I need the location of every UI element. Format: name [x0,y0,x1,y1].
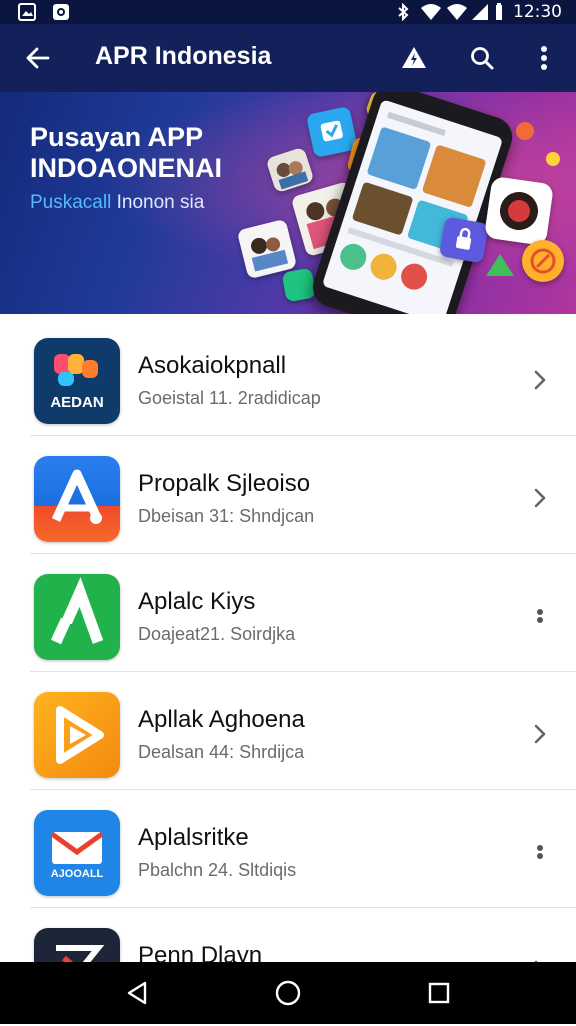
chevron-right-icon[interactable] [524,364,556,396]
banner-subtitle-accent: Puskacall [30,192,112,213]
banner-subtitle: Puskacall Inonon sia [30,192,204,214]
a-logo-app-icon [34,456,120,542]
aedan-app-icon: AEDAN [34,338,120,424]
app-name: Aplalc Kiys [138,588,256,615]
floating-app-tile [522,240,564,282]
app-subtitle: Dbeisan 31: Shndjcan [138,506,315,526]
floating-play-shape [486,254,514,276]
app-name: Apllak Aghoena [138,706,305,733]
list-item[interactable]: Propalk Sjleoiso Dbeisan 31: Shndjcan [0,436,576,554]
recents-nav-icon[interactable] [416,970,462,1016]
app-subtitle: Pbalchn 24. Sltdiqis [138,860,297,880]
banner-subtitle-rest: Inonon sia [111,192,205,213]
more-vert-icon[interactable] [520,34,568,82]
search-icon[interactable] [458,34,506,82]
app-name: Propalk Sjleoiso [138,470,311,497]
floating-app-tile [281,267,317,303]
drag-handle-icon[interactable] [524,836,556,868]
home-nav-icon[interactable] [265,970,311,1016]
green-a-app-icon [34,574,120,660]
app-subtitle: Goeistal 11. 2radidicap [138,388,321,408]
app-icon-label: AJOOALL [50,868,104,880]
warning-icon[interactable] [390,34,438,82]
floating-dot [516,122,534,140]
back-arrow-icon[interactable] [14,34,62,82]
promo-banner[interactable]: Pusayan APP INDOAONENAI Puskacall Inonon… [0,92,576,314]
play-app-icon [34,692,120,778]
page-title: APR Indonesia [95,42,272,70]
mail-app-icon: AJOOALL [34,810,120,896]
clock: 12:30 [513,2,562,22]
back-nav-icon[interactable] [114,970,160,1016]
chevron-right-icon[interactable] [524,718,556,750]
bluetooth-icon [394,2,412,22]
floating-app-tile [438,216,490,264]
app-name: Aplalsritke [138,824,249,851]
app-bar: APR Indonesia [0,24,576,92]
message-icon [52,3,70,21]
drag-handle-icon[interactable] [524,600,556,632]
list-item[interactable]: AJOOALL Aplalsritke Pbalchn 24. Sltdiqis [0,790,576,908]
system-nav-bar [0,962,576,1024]
list-item[interactable]: Apllak Aghoena Dealsan 44: Shrdijca [0,672,576,790]
app-name: Asokaiokpnall [138,352,287,379]
wifi-icon [420,3,442,21]
app-subtitle: Doajeat21. Soirdjka [138,624,296,644]
battery-level-icon [494,3,504,21]
signal-icon [446,3,468,21]
floating-photo-tile [236,218,298,280]
status-bar: 12:30 [0,0,576,24]
floating-app-tile [483,175,555,247]
list-item[interactable]: AEDAN Asokaiokpnall Goeistal 11. 2radidi… [0,318,576,436]
app-icon-label: AEDAN [50,394,104,411]
floating-dot [546,152,560,166]
list-item[interactable]: Aplalc Kiys Doajeat21. Soirdjka [0,554,576,672]
battery-icon [470,3,490,21]
chevron-right-icon[interactable] [524,482,556,514]
gallery-icon [18,3,36,21]
app-subtitle: Dealsan 44: Shrdijca [138,742,305,762]
